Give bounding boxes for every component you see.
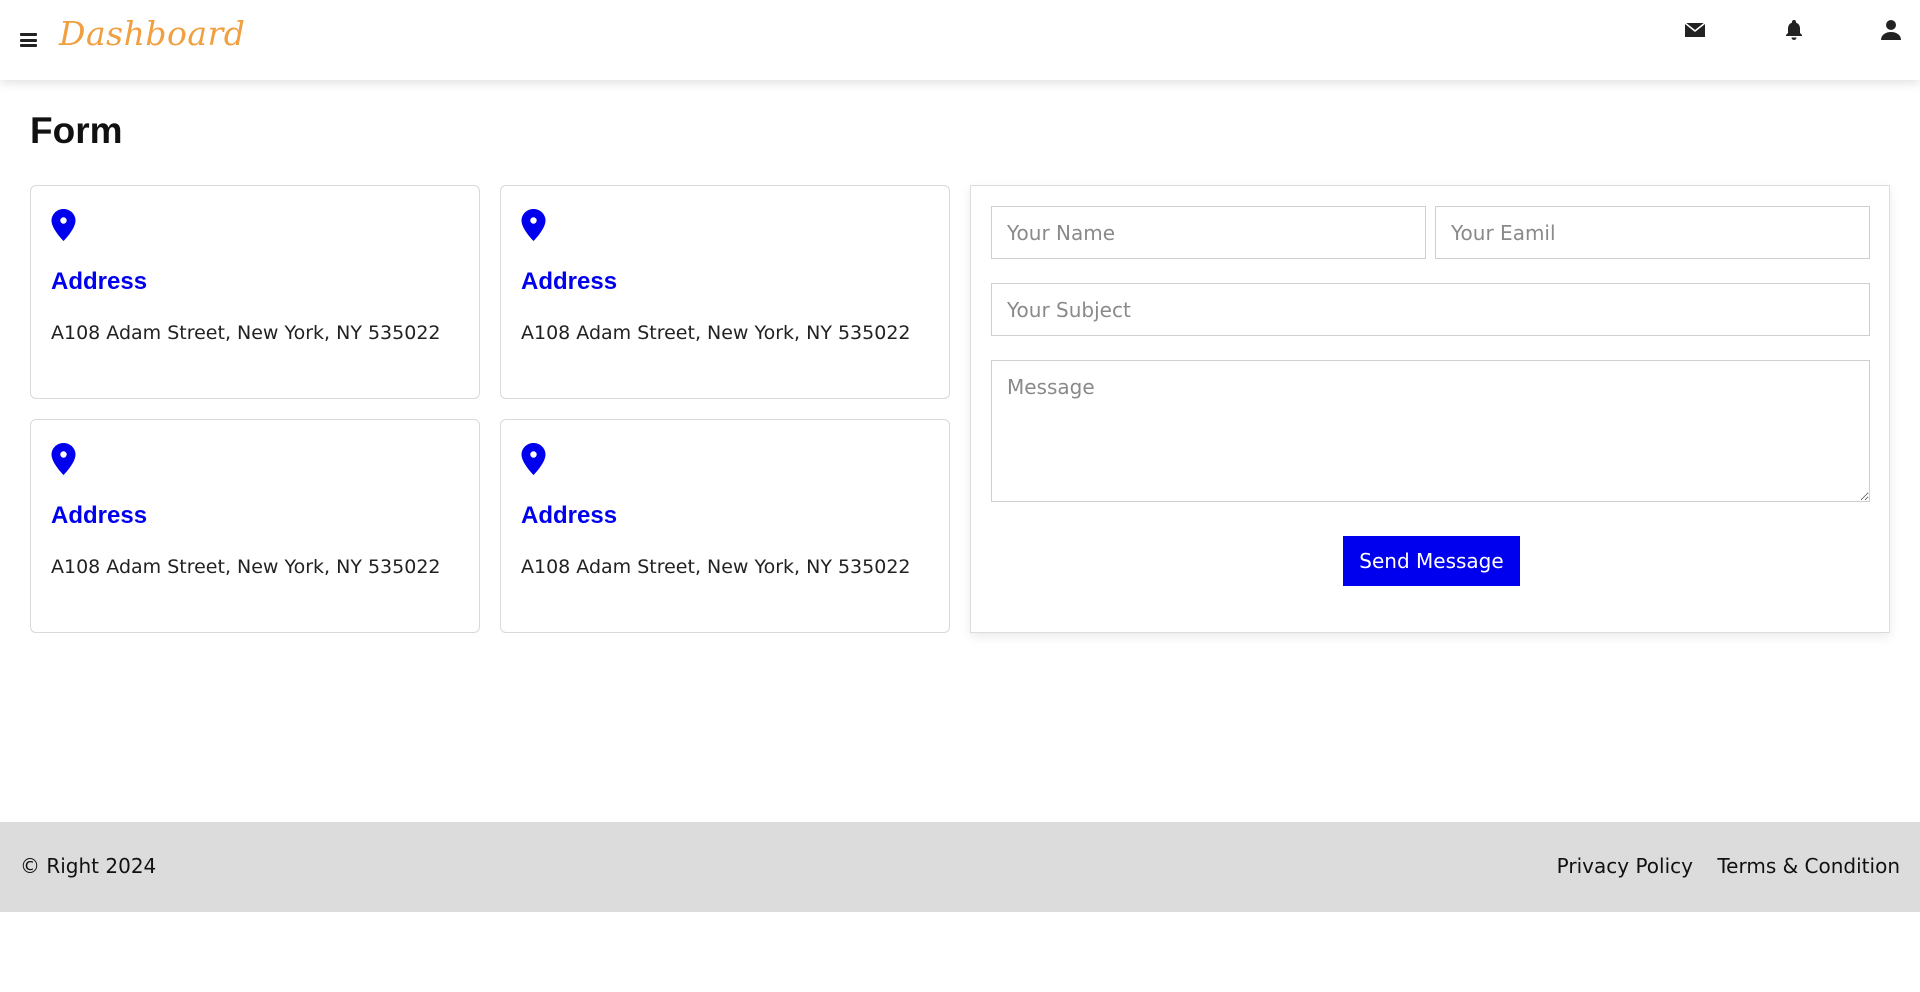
privacy-policy-link[interactable]: Privacy Policy <box>1557 854 1693 878</box>
footer: © Right 2024 Privacy Policy Terms & Cond… <box>0 822 1920 912</box>
address-text: A108 Adam Street, New York, NY 535022 <box>521 322 911 344</box>
address-title: Address <box>51 268 148 295</box>
map-pin-icon <box>521 443 546 475</box>
message-textarea[interactable] <box>991 360 1870 502</box>
name-input[interactable] <box>991 206 1426 259</box>
menu-icon[interactable] <box>20 33 37 47</box>
address-text: A108 Adam Street, New York, NY 535022 <box>51 556 441 578</box>
user-icon[interactable] <box>1879 18 1903 42</box>
address-card: Address A108 Adam Street, New York, NY 5… <box>500 185 950 399</box>
address-text: A108 Adam Street, New York, NY 535022 <box>521 556 911 578</box>
send-message-button[interactable]: Send Message <box>1343 536 1520 586</box>
address-title: Address <box>51 502 148 529</box>
mail-icon[interactable] <box>1683 18 1707 42</box>
footer-links: Privacy Policy Terms & Condition <box>1539 854 1900 878</box>
subject-input[interactable] <box>991 283 1870 336</box>
email-input[interactable] <box>1435 206 1870 259</box>
top-navbar: Dashboard <box>0 0 1920 80</box>
copyright-text: © Right 2024 <box>20 854 157 878</box>
bell-icon[interactable] <box>1782 18 1806 42</box>
terms-condition-link[interactable]: Terms & Condition <box>1717 854 1900 878</box>
address-title: Address <box>521 268 618 295</box>
map-pin-icon <box>521 209 546 241</box>
address-text: A108 Adam Street, New York, NY 535022 <box>51 322 441 344</box>
address-card: Address A108 Adam Street, New York, NY 5… <box>30 419 480 633</box>
address-title: Address <box>521 502 618 529</box>
page-title: Form <box>30 110 123 151</box>
contact-form: Send Message <box>970 185 1890 633</box>
map-pin-icon <box>51 443 76 475</box>
address-card: Address A108 Adam Street, New York, NY 5… <box>500 419 950 633</box>
address-card: Address A108 Adam Street, New York, NY 5… <box>30 185 480 399</box>
brand-logo[interactable]: Dashboard <box>59 14 245 53</box>
map-pin-icon <box>51 209 76 241</box>
